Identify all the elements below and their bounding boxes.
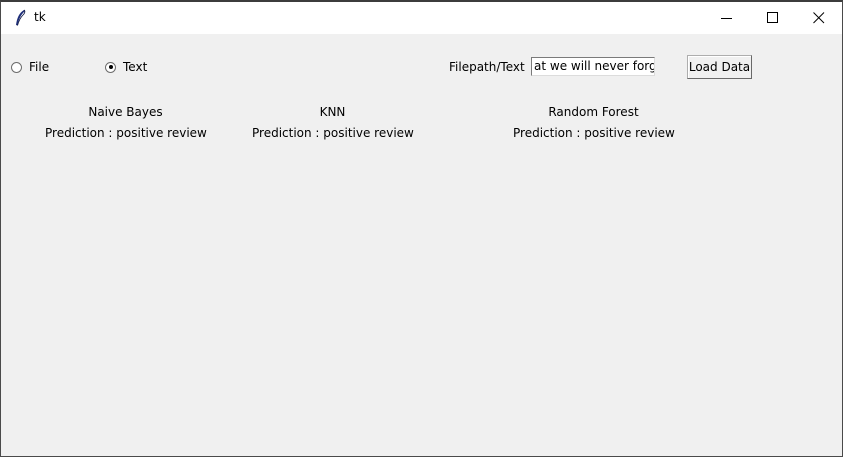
- radio-file-label: File: [29, 60, 50, 74]
- model-knn: KNN Prediction : positive review: [252, 104, 414, 142]
- tk-feather-icon: [16, 9, 26, 26]
- app-window: tk File Text Filepath/Text at we will ne…: [0, 0, 843, 457]
- model-naive-bayes: Naive Bayes Prediction : positive review: [45, 104, 207, 142]
- filepath-label: Filepath/Text: [449, 60, 525, 74]
- title-bar[interactable]: tk: [1, 2, 842, 34]
- model-prediction: Prediction : positive review: [45, 126, 207, 140]
- maximize-icon: [767, 12, 778, 23]
- window-title: tk: [34, 10, 46, 24]
- radio-text-indicator[interactable]: [105, 61, 116, 73]
- radio-file-indicator[interactable]: [11, 61, 22, 73]
- model-name: Naive Bayes: [88, 105, 163, 119]
- maximize-button[interactable]: [750, 2, 796, 34]
- filepath-text-input[interactable]: at we will never forget.: [531, 57, 655, 76]
- model-prediction: Prediction : positive review: [252, 126, 414, 140]
- model-prediction: Prediction : positive review: [513, 126, 675, 140]
- main-content: File Text Filepath/Text at we will never…: [1, 34, 838, 453]
- radio-text[interactable]: Text: [105, 60, 147, 74]
- model-name: KNN: [319, 105, 346, 119]
- load-data-button[interactable]: Load Data: [687, 55, 752, 79]
- model-name: Random Forest: [548, 105, 639, 119]
- radio-text-label: Text: [123, 60, 148, 74]
- close-icon: [813, 12, 825, 24]
- minimize-button[interactable]: [704, 2, 750, 34]
- radio-file[interactable]: File: [11, 60, 49, 74]
- minimize-icon: [721, 18, 732, 19]
- model-random-forest: Random Forest Prediction : positive revi…: [513, 104, 675, 142]
- close-button[interactable]: [796, 2, 842, 34]
